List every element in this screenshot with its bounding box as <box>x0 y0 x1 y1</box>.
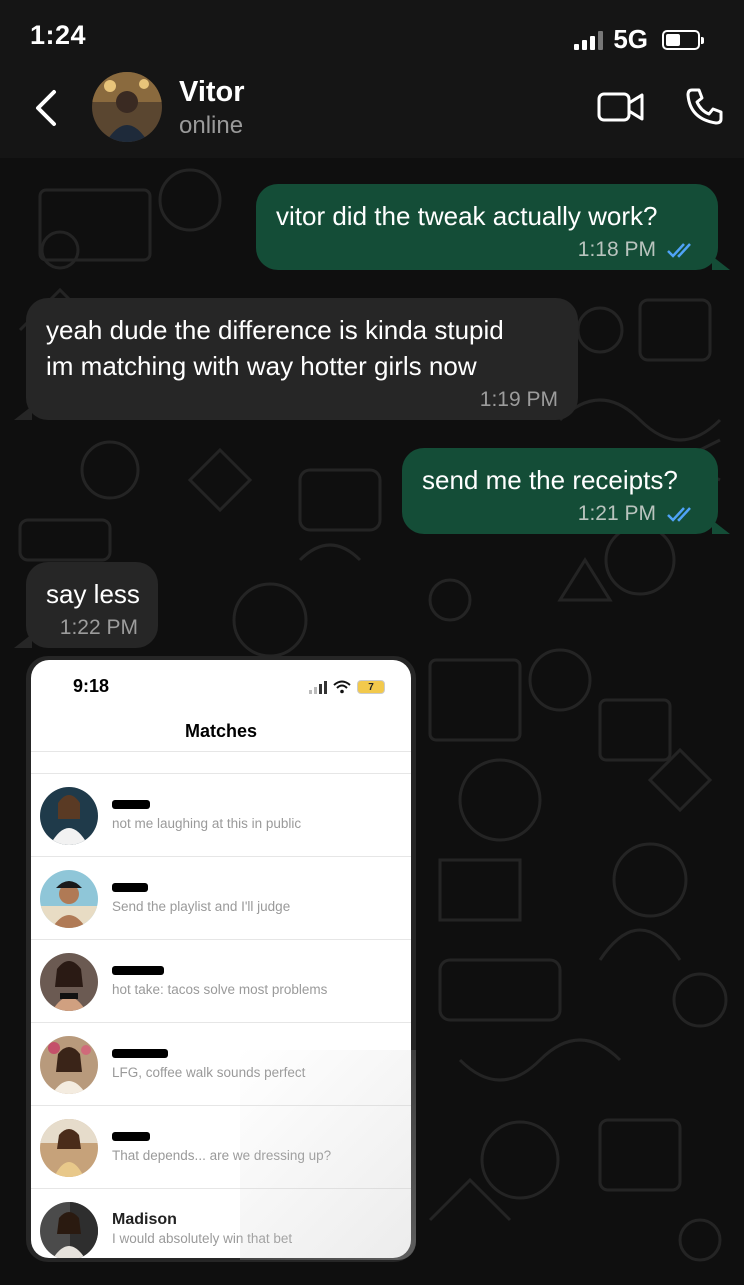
signal-icon <box>574 30 604 50</box>
message-outgoing[interactable]: send me the receipts? 1:21 PM <box>402 448 718 534</box>
message-text: send me the receipts? <box>422 465 678 495</box>
network-label: 5G <box>613 24 648 54</box>
back-arrow-icon[interactable] <box>30 88 64 128</box>
name-redaction <box>112 966 164 975</box>
match-preview: hot take: tacos solve most problems <box>112 982 328 997</box>
message-text-line: yeah dude the difference is kinda stupid <box>46 315 504 345</box>
status-bar: 1:24 5G <box>0 0 744 70</box>
match-preview: That depends... are we dressing up? <box>112 1148 332 1163</box>
message-time: 1:18 PM <box>577 238 656 261</box>
message-meta: 1:21 PM <box>422 500 698 528</box>
name-redaction <box>112 883 148 892</box>
message-text: vitor did the tweak actually work? <box>276 201 658 231</box>
name-redaction <box>112 1132 150 1141</box>
bubble-tail <box>712 256 730 270</box>
match-avatar <box>40 870 98 928</box>
match-row: That depends... are we dressing up? <box>31 1106 411 1189</box>
match-avatar <box>40 1202 98 1258</box>
match-preview: Send the playlist and I'll judge <box>112 899 291 914</box>
message-time: 1:21 PM <box>577 502 656 525</box>
chat-header: Vitor online <box>0 70 744 158</box>
shared-screenshot-image[interactable]: 9:18 7 Matches not me laughing at this i… <box>31 660 411 1258</box>
bubble-tail <box>14 634 32 648</box>
match-row: Madison I would absolutely win that bet <box>31 1189 411 1258</box>
message-incoming[interactable]: say less 1:22 PM <box>26 562 158 648</box>
contact-status: online <box>179 112 244 139</box>
name-redaction <box>112 800 150 809</box>
bubble-tail <box>712 520 730 534</box>
status-indicators: 5G <box>574 24 704 55</box>
bubble-tail <box>14 406 32 420</box>
match-preview: I would absolutely win that bet <box>112 1231 293 1246</box>
message-text-line: im matching with way hotter girls now <box>46 351 477 381</box>
message-text: say less <box>46 579 140 609</box>
match-preview: LFG, coffee walk sounds perfect <box>112 1065 306 1080</box>
status-time: 1:24 <box>30 20 87 50</box>
battery-icon: 7 <box>357 680 385 694</box>
screenshot-time: 9:18 <box>73 676 110 696</box>
match-preview: not me laughing at this in public <box>112 816 302 831</box>
screenshot-status-indicators: 7 <box>309 680 385 694</box>
battery-icon <box>662 29 704 50</box>
match-avatar <box>40 953 98 1011</box>
match-row: Send the playlist and I'll judge <box>31 857 411 940</box>
match-avatar <box>40 787 98 845</box>
screenshot-status-bar: 9:18 7 <box>31 660 411 716</box>
match-avatar <box>40 1119 98 1177</box>
message-time: 1:19 PM <box>479 388 558 411</box>
wifi-icon <box>333 680 351 694</box>
contact-name[interactable]: Vitor <box>179 76 245 109</box>
match-name: Madison <box>112 1211 177 1228</box>
signal-icon <box>309 680 327 694</box>
screenshot-title: Matches <box>31 716 411 752</box>
message-meta: 1:19 PM <box>46 386 558 414</box>
message-meta: 1:18 PM <box>276 236 698 264</box>
contact-avatar[interactable] <box>92 72 162 142</box>
phone-call-icon[interactable] <box>684 86 724 126</box>
match-row: hot take: tacos solve most problems <box>31 940 411 1023</box>
message-incoming[interactable]: yeah dude the difference is kinda stupid… <box>26 298 578 420</box>
message-time: 1:22 PM <box>59 616 138 639</box>
match-row: LFG, coffee walk sounds perfect <box>31 1023 411 1106</box>
read-ticks-icon <box>667 243 691 258</box>
divider <box>31 752 411 774</box>
match-row: not me laughing at this in public <box>31 774 411 857</box>
video-call-icon[interactable] <box>596 88 646 126</box>
message-outgoing[interactable]: vitor did the tweak actually work? 1:18 … <box>256 184 718 270</box>
read-ticks-icon <box>667 507 691 522</box>
name-redaction <box>112 1049 168 1058</box>
match-avatar <box>40 1036 98 1094</box>
message-meta: 1:22 PM <box>46 614 138 642</box>
